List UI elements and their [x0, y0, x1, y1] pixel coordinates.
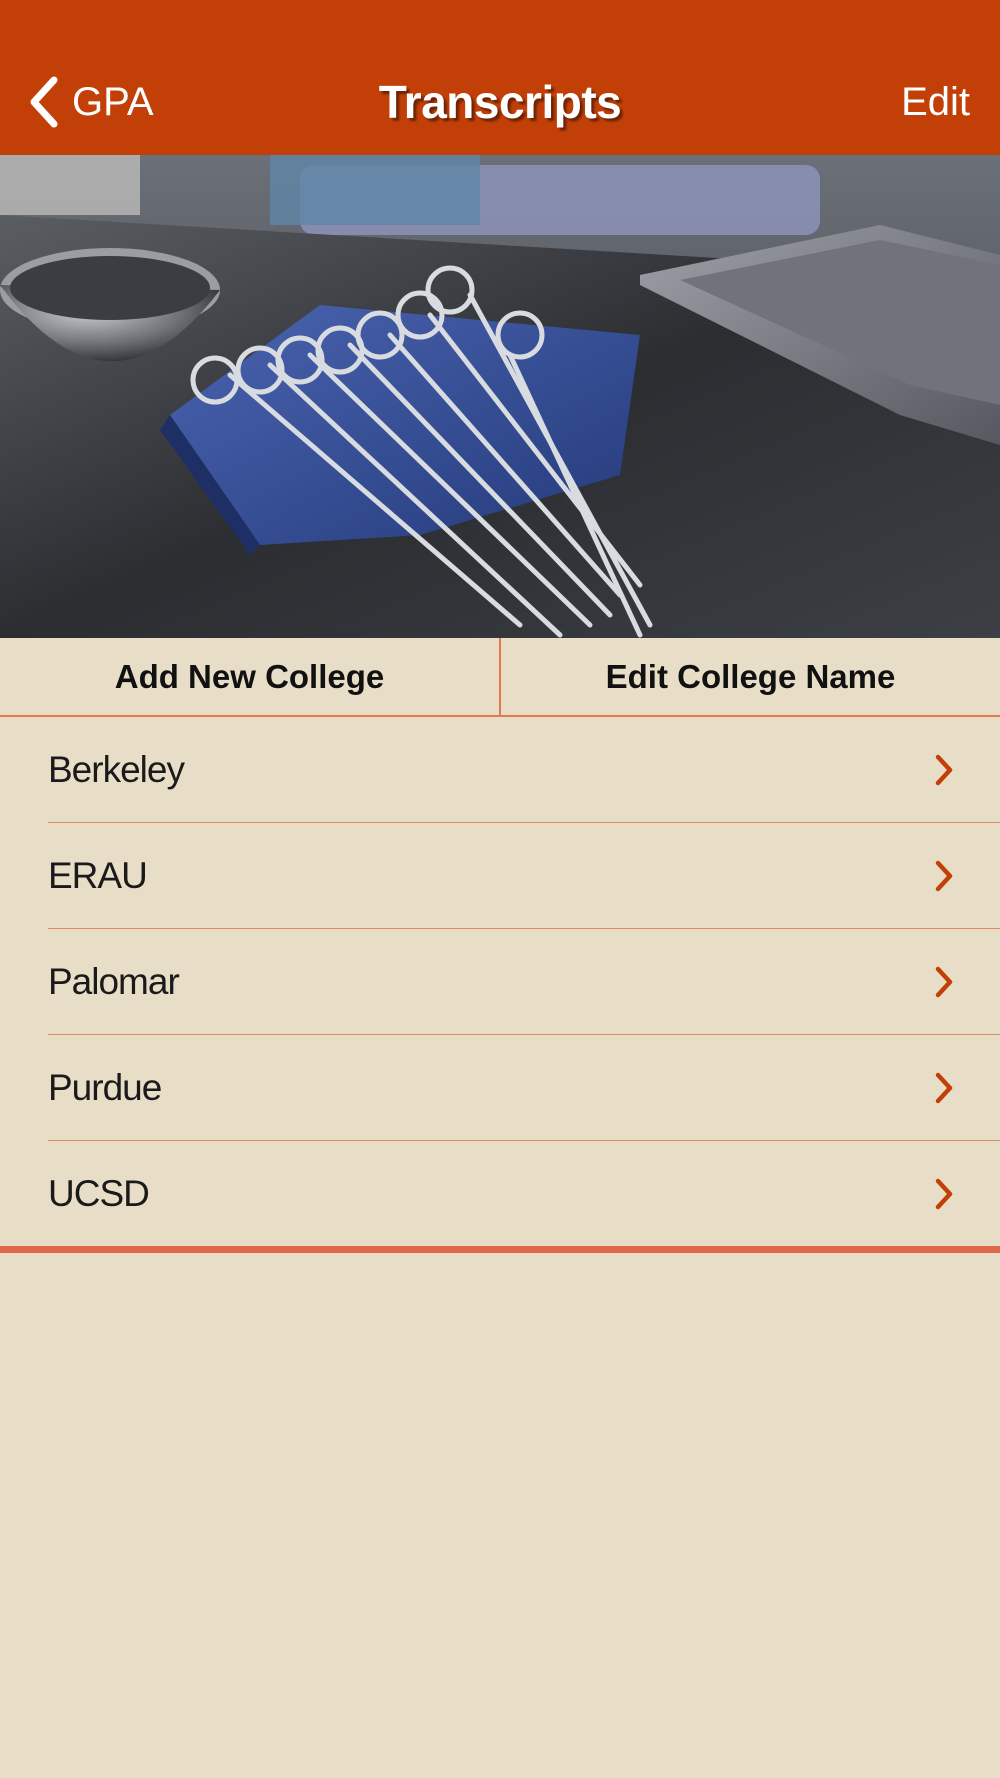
college-name: Berkeley — [48, 749, 185, 790]
edit-button[interactable]: Edit — [901, 72, 970, 132]
nav-bar: GPA Transcripts Edit — [0, 0, 1000, 155]
edit-college-name-button[interactable]: Edit College Name — [501, 638, 1000, 715]
chevron-right-icon — [935, 1178, 953, 1210]
add-college-button[interactable]: Add New College — [0, 638, 499, 715]
chevron-right-icon — [935, 1072, 953, 1104]
list-item[interactable]: Palomar — [0, 929, 1000, 1035]
list-item[interactable]: Purdue — [0, 1035, 1000, 1141]
college-name: Palomar — [48, 961, 180, 1002]
chevron-right-icon — [935, 754, 953, 786]
page-title: Transcripts — [378, 76, 622, 128]
list-item[interactable]: ERAU — [0, 823, 1000, 929]
list-bottom-border — [0, 1246, 1000, 1253]
chevron-right-icon — [935, 966, 953, 998]
college-name: UCSD — [48, 1173, 150, 1214]
college-list: Berkeley ERAU Palomar Purdue UCSD — [0, 717, 1000, 1247]
list-item[interactable]: UCSD — [0, 1141, 1000, 1247]
list-item[interactable]: Berkeley — [0, 717, 1000, 823]
hero-image — [0, 155, 1000, 638]
chevron-right-icon — [935, 860, 953, 892]
college-name: ERAU — [48, 855, 148, 896]
college-actions: Add New College Edit College Name — [0, 638, 1000, 717]
college-name: Purdue — [48, 1067, 162, 1108]
